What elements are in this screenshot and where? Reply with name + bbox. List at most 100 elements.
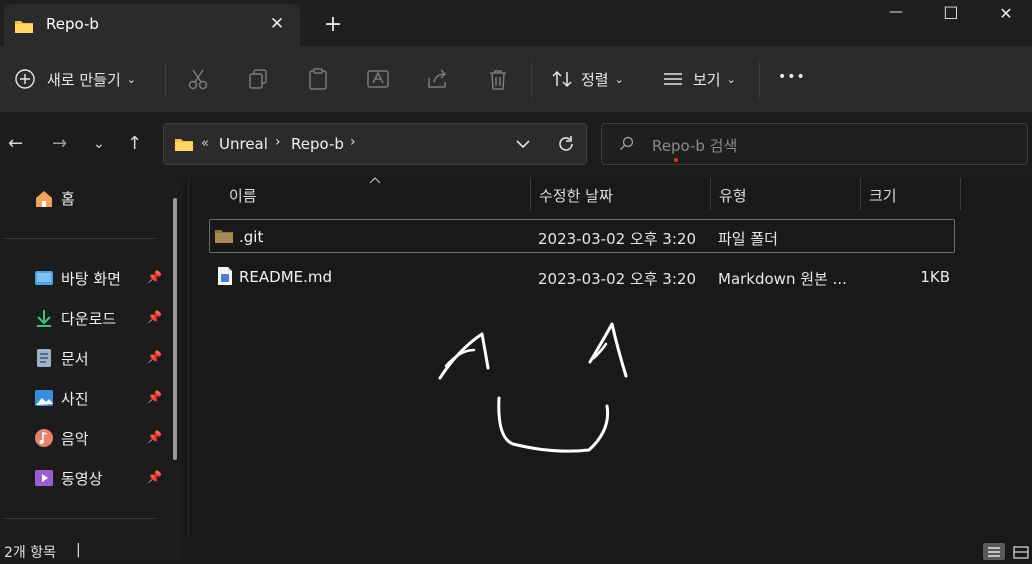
- refresh-icon[interactable]: [556, 134, 576, 154]
- file-type: Markdown 원본 ...: [718, 270, 847, 288]
- back-arrow-icon[interactable]: ←: [8, 133, 23, 154]
- up-arrow-icon[interactable]: ↑: [127, 133, 142, 154]
- sidebar-item-label: 사진: [61, 389, 89, 408]
- chevron-down-icon: ⌄: [614, 72, 624, 86]
- video-icon: [35, 470, 53, 486]
- file-date: 2023-03-02 오후 3:20: [538, 230, 696, 248]
- breadcrumb-repo-b[interactable]: Repo-b: [291, 135, 344, 153]
- column-header-date[interactable]: 수정한 날짜: [539, 185, 613, 206]
- tiles-view-icon: [1013, 546, 1029, 559]
- markdown-file-icon: [218, 267, 232, 285]
- sidebar-item-desktop[interactable]: 바탕 화면: [34, 266, 121, 290]
- download-icon: [37, 310, 51, 327]
- sidebar-item-pictures[interactable]: 사진: [34, 386, 89, 410]
- sidebar-item-label: 동영상: [61, 469, 103, 488]
- cut-icon[interactable]: [185, 68, 211, 90]
- home-icon: [36, 191, 52, 207]
- new-tab-button[interactable]: +: [322, 12, 344, 37]
- sidebar-scrollbar[interactable]: [173, 198, 177, 460]
- recent-locations-chevron-icon[interactable]: ⌄: [93, 136, 105, 152]
- chevron-down-icon: ⌄: [126, 72, 136, 86]
- minimize-button[interactable]: —: [873, 4, 919, 24]
- search-placeholder: Repo-b 검색: [652, 137, 738, 155]
- file-type: 파일 폴더: [718, 230, 778, 248]
- column-divider[interactable]: [530, 178, 531, 210]
- paste-icon[interactable]: [305, 68, 331, 90]
- sidebar-item-label: 바탕 화면: [61, 269, 121, 288]
- forward-arrow-icon[interactable]: →: [52, 133, 67, 154]
- pin-icon[interactable]: 📌: [147, 430, 162, 444]
- desktop-icon: [35, 271, 53, 285]
- pin-icon[interactable]: 📌: [147, 350, 162, 364]
- pin-icon[interactable]: 📌: [147, 470, 162, 484]
- sidebar-item-videos[interactable]: 동영상: [34, 466, 102, 490]
- toolbar-divider: [759, 62, 760, 98]
- column-divider[interactable]: [960, 178, 961, 210]
- tab-title: Repo-b: [46, 15, 99, 33]
- sidebar-item-home[interactable]: 홈: [34, 186, 75, 210]
- column-header-type[interactable]: 유형: [719, 185, 747, 206]
- sort-icon: [552, 70, 572, 88]
- sidebar-item-downloads[interactable]: 다운로드: [34, 306, 116, 330]
- pictures-icon: [35, 390, 53, 406]
- pin-icon[interactable]: 📌: [147, 270, 162, 284]
- sort-label: 정렬: [581, 70, 609, 89]
- item-count: 2개 항목: [4, 545, 56, 561]
- sidebar-item-documents[interactable]: 문서: [34, 346, 89, 370]
- document-icon: [37, 349, 51, 367]
- sidebar-item-label: 다운로드: [61, 309, 117, 328]
- file-name: README.md: [239, 268, 333, 286]
- navigation-pane: [0, 178, 182, 560]
- smiley-doodle-drawing: [438, 322, 628, 453]
- pin-icon[interactable]: 📌: [147, 310, 162, 324]
- file-date: 2023-03-02 오후 3:20: [538, 270, 696, 288]
- command-bar: [0, 46, 1032, 113]
- details-view-icon: [988, 547, 1000, 557]
- pin-icon[interactable]: 📌: [147, 390, 162, 404]
- music-icon: [35, 429, 53, 447]
- view-label: 보기: [693, 70, 721, 89]
- status-bar: [0, 537, 1032, 560]
- sidebar-item-label: 문서: [61, 349, 89, 368]
- tab-close-button[interactable]: ✕: [266, 14, 288, 34]
- breadcrumb-unreal[interactable]: Unreal: [219, 135, 268, 153]
- share-icon[interactable]: [425, 68, 451, 90]
- tiles-view-button[interactable]: [1010, 543, 1032, 560]
- chevron-down-icon: ⌄: [726, 72, 736, 86]
- column-divider[interactable]: [710, 178, 711, 210]
- search-icon: [620, 136, 634, 150]
- sidebar-divider: [5, 518, 155, 519]
- delete-icon[interactable]: [485, 68, 511, 90]
- folder-icon: [175, 139, 193, 151]
- status-separator: |: [76, 542, 81, 558]
- toolbar-divider: [165, 62, 166, 98]
- sidebar-divider: [5, 238, 155, 239]
- sort-button[interactable]: 정렬 ⌄: [551, 66, 641, 92]
- sidebar-item-label: 홈: [61, 189, 75, 208]
- breadcrumb-overflow[interactable]: «: [201, 136, 209, 151]
- column-header-name[interactable]: 이름: [229, 185, 257, 206]
- new-button-label: 새로 만들기: [47, 70, 121, 89]
- column-divider[interactable]: [860, 178, 861, 210]
- sidebar-item-label: 음악: [61, 429, 89, 448]
- folder-icon: [15, 21, 33, 33]
- rename-icon[interactable]: [365, 68, 391, 90]
- file-size: 1KB: [920, 268, 950, 286]
- sidebar-item-music[interactable]: 음악: [34, 426, 89, 450]
- column-header-size[interactable]: 크기: [869, 185, 897, 206]
- breadcrumb-chevron-icon[interactable]: ›: [350, 134, 356, 150]
- view-button[interactable]: 보기 ⌄: [662, 66, 752, 92]
- close-button[interactable]: ✕: [983, 4, 1029, 24]
- sort-ascending-icon: [369, 177, 381, 184]
- chevron-down-icon[interactable]: [515, 138, 531, 150]
- toolbar-divider: [531, 62, 532, 98]
- details-view-button[interactable]: [983, 543, 1005, 560]
- view-list-icon: [664, 73, 682, 85]
- maximize-button[interactable]: ☐: [928, 4, 974, 24]
- new-button[interactable]: 새로 만들기 ⌄: [14, 66, 154, 92]
- file-name: .git: [239, 228, 264, 246]
- copy-icon[interactable]: [245, 68, 271, 90]
- breadcrumb-chevron-icon[interactable]: ›: [275, 134, 281, 150]
- text-cursor-dot: [674, 158, 678, 162]
- more-options-button[interactable]: •••: [778, 69, 806, 85]
